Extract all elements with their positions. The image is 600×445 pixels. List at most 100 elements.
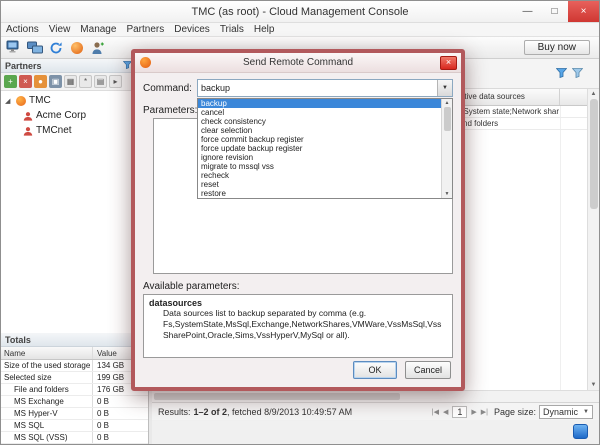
command-option[interactable]: ignore revision bbox=[198, 153, 441, 162]
app-icon bbox=[140, 57, 151, 68]
bottom-strip bbox=[152, 420, 599, 444]
combo-dropdown-icon[interactable]: ▼ bbox=[437, 80, 452, 96]
dialog-title-bar[interactable]: Send Remote Command × bbox=[135, 53, 461, 73]
menu-item-manage[interactable]: Manage bbox=[75, 24, 121, 35]
menu-item-devices[interactable]: Devices bbox=[169, 24, 215, 35]
scroll-down-icon[interactable]: ▼ bbox=[591, 382, 597, 388]
pagination: |◀ ◀ 1 ▶ ▶| bbox=[432, 406, 488, 418]
next-page-button[interactable]: ▶ bbox=[471, 408, 476, 416]
totals-cell-value: 0 B bbox=[93, 396, 148, 407]
menu-item-partners[interactable]: Partners bbox=[121, 24, 169, 35]
totals-cell-name: File and folders bbox=[1, 384, 93, 395]
monitor-partner-icon[interactable]: ▣ bbox=[49, 75, 62, 88]
tree-item-label: TMCnet bbox=[36, 125, 72, 136]
command-option[interactable]: check consistency bbox=[198, 117, 441, 126]
menu-bar: ActionsViewManagePartnersDevicesTrialsHe… bbox=[1, 23, 599, 37]
totals-cell-value: 0 B bbox=[93, 420, 148, 431]
buy-now-button[interactable]: Buy now bbox=[524, 40, 590, 55]
tray-icon[interactable] bbox=[573, 424, 588, 439]
command-option[interactable]: backup bbox=[198, 99, 441, 108]
menu-item-actions[interactable]: Actions bbox=[1, 24, 44, 35]
scroll-thumb[interactable] bbox=[590, 99, 598, 209]
grid-view-icon[interactable]: ▦ bbox=[64, 75, 77, 88]
totals-row: Size of the used storage134 GB bbox=[1, 360, 148, 372]
results-label: Results: bbox=[158, 407, 191, 417]
command-option[interactable]: recheck bbox=[198, 171, 441, 180]
menu-item-view[interactable]: View bbox=[44, 24, 76, 35]
vertical-scrollbar[interactable]: ▲ ▼ bbox=[587, 89, 599, 390]
parameter-description: Data sources list to backup separated by… bbox=[163, 308, 447, 341]
scroll-up-icon[interactable]: ▲ bbox=[445, 100, 450, 106]
edit-partner-icon[interactable]: ● bbox=[34, 75, 47, 88]
totals-row: Selected size199 GB bbox=[1, 372, 148, 384]
tree-item-label: TMC bbox=[29, 95, 51, 106]
scroll-thumb[interactable] bbox=[444, 107, 451, 131]
grid-filter-icon[interactable] bbox=[556, 65, 567, 83]
tree-item-acme-corp[interactable]: Acme Corp bbox=[1, 108, 148, 123]
partner-user-icon bbox=[23, 111, 33, 121]
list-view-icon[interactable]: ▤ bbox=[94, 75, 107, 88]
dialog-close-button[interactable]: × bbox=[440, 56, 457, 70]
app-window: TMC (as root) - Cloud Management Console… bbox=[0, 0, 600, 445]
command-option[interactable]: migrate to mssql vss bbox=[198, 162, 441, 171]
menu-item-help[interactable]: Help bbox=[249, 24, 280, 35]
remove-partner-icon[interactable]: × bbox=[19, 75, 32, 88]
add-user-icon[interactable] bbox=[89, 39, 107, 57]
menu-item-trials[interactable]: Trials bbox=[215, 24, 249, 35]
command-option[interactable]: force commit backup register bbox=[198, 135, 441, 144]
totals-row: MS Exchange0 B bbox=[1, 396, 148, 408]
devices-icon[interactable] bbox=[26, 39, 44, 57]
cancel-button[interactable]: Cancel bbox=[405, 361, 451, 379]
command-option[interactable]: reset bbox=[198, 180, 441, 189]
partners-title: Partners bbox=[5, 61, 42, 71]
partners-toolbar: +×●▣▦*▤▸ bbox=[1, 73, 148, 91]
command-option[interactable]: restore bbox=[198, 189, 441, 198]
tree-expander-icon[interactable]: ◢ bbox=[5, 97, 13, 105]
licenses-icon[interactable] bbox=[68, 39, 86, 57]
command-option[interactable]: cancel bbox=[198, 108, 441, 117]
partners-panel-header: Partners bbox=[1, 59, 148, 73]
totals-row: File and folders176 GB bbox=[1, 384, 148, 396]
minimize-button[interactable]: — bbox=[514, 1, 541, 22]
first-page-button[interactable]: |◀ bbox=[432, 408, 439, 416]
page-number[interactable]: 1 bbox=[452, 406, 467, 418]
grid-filter-settings-icon[interactable] bbox=[572, 65, 583, 83]
window-controls: —□× bbox=[514, 1, 599, 22]
dropdown-scrollbar[interactable]: ▲ ▼ bbox=[441, 99, 452, 198]
computers-icon[interactable] bbox=[5, 39, 23, 57]
status-bar: Results: 1–2 of 2 , fetched 8/9/2013 10:… bbox=[152, 402, 599, 420]
command-combobox[interactable]: backup ▼ bbox=[197, 79, 453, 97]
prev-page-button[interactable]: ◀ bbox=[443, 408, 448, 416]
page-size-select[interactable]: Dynamic ▼ bbox=[539, 405, 593, 419]
window-title: TMC (as root) - Cloud Management Console bbox=[1, 6, 599, 18]
horizontal-scrollbar[interactable] bbox=[152, 390, 599, 402]
tree-item-tmc[interactable]: ◢ TMC bbox=[1, 93, 148, 108]
command-options-list: backupcancelcheck consistencyclear selec… bbox=[198, 99, 441, 198]
results-suffix: , fetched 8/9/2013 10:49:57 AM bbox=[227, 407, 352, 417]
parameter-name: datasources bbox=[149, 298, 447, 308]
scroll-up-icon[interactable]: ▲ bbox=[591, 91, 597, 97]
totals-row: MS Hyper-V0 B bbox=[1, 408, 148, 420]
column-divider bbox=[560, 106, 561, 390]
close-button[interactable]: × bbox=[568, 1, 599, 22]
available-parameters-box: datasources Data sources list to backup … bbox=[143, 294, 453, 358]
add-partner-icon[interactable]: + bbox=[4, 75, 17, 88]
favorites-icon[interactable]: * bbox=[79, 75, 92, 88]
totals-col-name[interactable]: Name bbox=[1, 347, 93, 359]
title-bar[interactable]: TMC (as root) - Cloud Management Console… bbox=[1, 1, 599, 23]
last-page-button[interactable]: ▶| bbox=[481, 408, 488, 416]
totals-cell-name: MS SQL bbox=[1, 420, 93, 431]
refresh-icon[interactable] bbox=[47, 39, 65, 57]
expand-icon[interactable]: ▸ bbox=[109, 75, 122, 88]
totals-table-body: Size of the used storage134 GBSelected s… bbox=[1, 360, 148, 444]
partners-tree: ◢ TMC Acme Corp TMCnet bbox=[1, 91, 148, 333]
command-option[interactable]: clear selection bbox=[198, 126, 441, 135]
scroll-down-icon[interactable]: ▼ bbox=[445, 191, 450, 197]
scroll-thumb[interactable] bbox=[154, 393, 400, 400]
dialog-body: Command: backup ▼ Parameters: Available … bbox=[135, 73, 461, 387]
maximize-button[interactable]: □ bbox=[541, 1, 568, 22]
totals-header: Totals bbox=[1, 333, 148, 347]
command-option[interactable]: force update backup register bbox=[198, 144, 441, 153]
tree-item-tmcnet[interactable]: TMCnet bbox=[1, 123, 148, 138]
ok-button[interactable]: OK bbox=[353, 361, 397, 379]
